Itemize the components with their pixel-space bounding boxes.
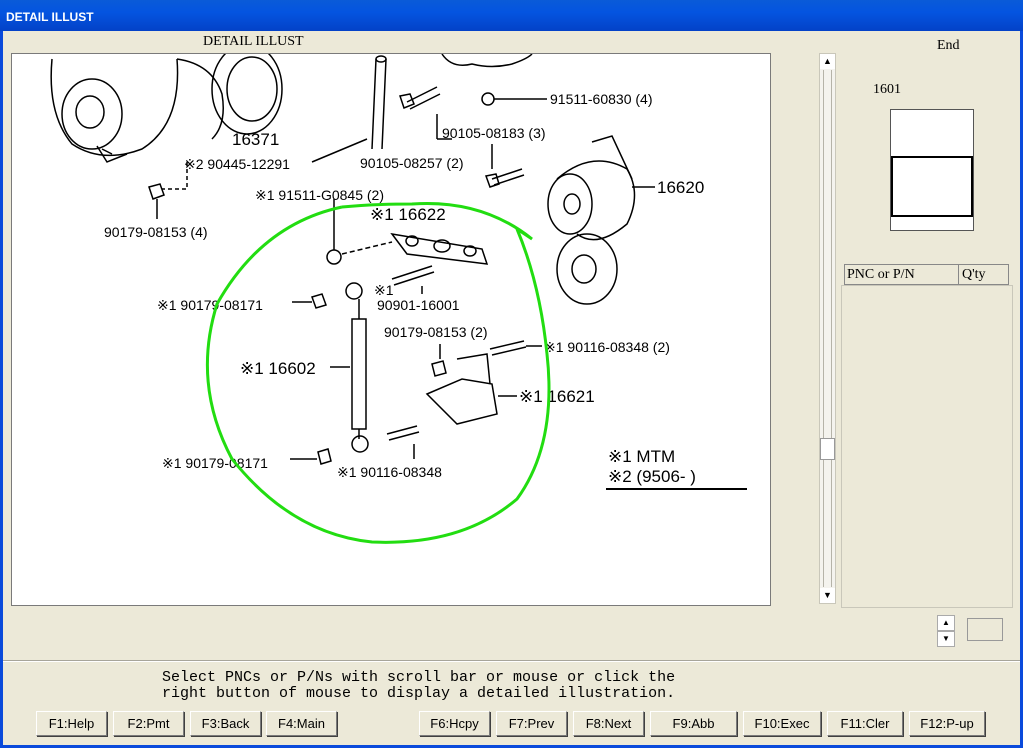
parts-list[interactable] bbox=[841, 285, 1013, 608]
illustration-canvas[interactable]: 91511-60830 (4) 90105-08183 (3) 16371 ※2… bbox=[11, 53, 771, 606]
label-16622[interactable]: ※1 16622 bbox=[370, 205, 446, 224]
header-pnc: PNC or P/N bbox=[847, 267, 915, 282]
scroll-down-arrow-icon[interactable]: ▼ bbox=[820, 588, 835, 603]
f2-pmt-button[interactable]: F2:Pmt bbox=[113, 711, 184, 736]
status-message: Select PNCs or P/Ns with scroll bar or m… bbox=[162, 669, 676, 702]
page-number: 1601 bbox=[873, 82, 901, 97]
vertical-scrollbar[interactable]: ▲ ▼ bbox=[819, 53, 836, 604]
f6-hcpy-button[interactable]: F6:Hcpy bbox=[419, 711, 490, 736]
diagram-linework bbox=[50, 54, 747, 490]
scroll-track[interactable] bbox=[823, 70, 832, 587]
scroll-thumb[interactable] bbox=[820, 438, 835, 460]
header-divider bbox=[958, 265, 959, 284]
label-90179-08153-2[interactable]: 90179-08153 (2) bbox=[384, 324, 488, 340]
page-navigator[interactable] bbox=[890, 109, 974, 231]
label-90179-08171-b[interactable]: ※1 90179-08171 bbox=[162, 455, 268, 471]
label-90116-08348-2[interactable]: ※1 90116-08348 (2) bbox=[544, 339, 670, 355]
status-divider bbox=[3, 660, 1020, 662]
f11-cler-button[interactable]: F11:Cler bbox=[827, 711, 903, 736]
f9-abb-button[interactable]: F9:Abb bbox=[650, 711, 737, 736]
f1-help-button[interactable]: F1:Help bbox=[36, 711, 107, 736]
label-90116-08348[interactable]: ※1 90116-08348 bbox=[337, 464, 442, 480]
scroll-up-arrow-icon[interactable]: ▲ bbox=[820, 54, 835, 69]
window-title: DETAIL ILLUST bbox=[0, 0, 1023, 31]
f8-next-button[interactable]: F8:Next bbox=[573, 711, 644, 736]
spin-up-icon[interactable]: ▲ bbox=[937, 615, 955, 631]
label-91511-60830[interactable]: 91511-60830 (4) bbox=[550, 91, 652, 107]
f4-main-button[interactable]: F4:Main bbox=[266, 711, 337, 736]
f12-pup-button[interactable]: F12:P-up bbox=[909, 711, 985, 736]
parts-table-header: PNC or P/N Q'ty bbox=[844, 264, 1009, 285]
label-90105-08183[interactable]: 90105-08183 (3) bbox=[442, 125, 546, 141]
f7-prev-button[interactable]: F7:Prev bbox=[496, 711, 567, 736]
f10-exec-button[interactable]: F10:Exec bbox=[743, 711, 821, 736]
spin-input[interactable] bbox=[967, 618, 1003, 641]
spin-control[interactable]: ▲ ▼ bbox=[937, 615, 955, 647]
spin-down-icon[interactable]: ▼ bbox=[937, 631, 955, 647]
note-mtm: ※1 MTM bbox=[608, 447, 675, 466]
parts-diagram: 91511-60830 (4) 90105-08183 (3) 16371 ※2… bbox=[50, 54, 747, 544]
label-91511-g0845[interactable]: ※1 91511-G0845 (2) bbox=[255, 187, 384, 203]
navigator-viewport[interactable] bbox=[891, 156, 973, 217]
label-90105-08257[interactable]: 90105-08257 (2) bbox=[360, 155, 464, 171]
label-90445-12291[interactable]: ※2 90445-12291 bbox=[184, 156, 290, 172]
header-qty: Q'ty bbox=[962, 267, 986, 282]
label-mark-1: ※1 bbox=[374, 282, 394, 298]
label-90179-08153-4[interactable]: 90179-08153 (4) bbox=[104, 224, 208, 240]
illustration-title: DETAIL ILLUST bbox=[203, 34, 304, 49]
label-16371[interactable]: 16371 bbox=[232, 130, 279, 149]
end-label: End bbox=[937, 38, 960, 53]
f3-back-button[interactable]: F3:Back bbox=[190, 711, 261, 736]
label-16621[interactable]: ※1 16621 bbox=[519, 387, 595, 406]
label-90901-16001[interactable]: 90901-16001 bbox=[377, 297, 460, 313]
label-90179-08171-a[interactable]: ※1 90179-08171 bbox=[157, 297, 263, 313]
label-16602[interactable]: ※1 16602 bbox=[240, 359, 316, 378]
label-16620[interactable]: 16620 bbox=[657, 178, 704, 197]
note-date: ※2 (9506- ) bbox=[608, 467, 696, 486]
